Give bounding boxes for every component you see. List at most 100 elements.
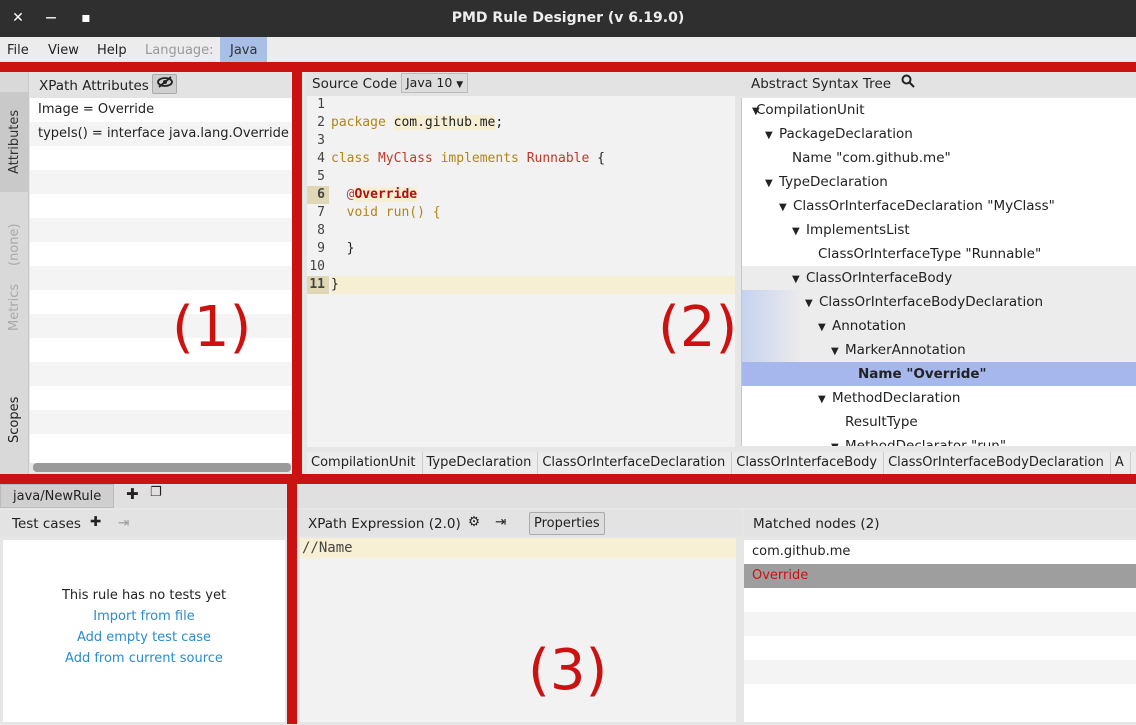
line-number: 2: [317, 115, 325, 130]
code-line: class MyClass implements Runnable {: [331, 151, 605, 166]
language-selector[interactable]: Java: [220, 37, 268, 63]
expand-icon: ▼: [818, 322, 826, 333]
tree-node[interactable]: ClassOrInterfaceType "Runnable": [742, 242, 1136, 266]
expand-icon: ▼: [765, 130, 773, 141]
tree-node[interactable]: ▼ ClassOrInterfaceDeclaration "MyClass": [742, 194, 1136, 218]
tree-node-selected[interactable]: Name "Override": [742, 362, 1136, 386]
expand-icon: ▼: [752, 106, 760, 117]
import-from-file-link[interactable]: Import from file: [3, 609, 285, 624]
breadcrumb-item[interactable]: CompilationUnit: [307, 452, 423, 474]
language-label: Language:: [145, 43, 214, 58]
menu-view[interactable]: View: [48, 43, 79, 58]
xpath-header: XPath Expression (2.0) ⚙ ⇥: [298, 510, 741, 536]
properties-button[interactable]: Properties: [529, 512, 605, 535]
annotation-line: [287, 484, 297, 724]
java-version-select[interactable]: Java 10 ▼: [401, 73, 469, 93]
line-number: 10: [309, 259, 325, 274]
tab-rule[interactable]: java/NewRule: [0, 484, 115, 508]
add-test-icon[interactable]: ✚: [90, 514, 101, 530]
xpath-expression: //Name: [300, 538, 736, 558]
source-code-header: Source Code Java 10 ▼: [307, 70, 741, 96]
annotation-label: (2): [658, 295, 738, 360]
window-title: PMD Rule Designer (v 6.19.0): [451, 10, 685, 26]
no-tests-message: This rule has no tests yet: [61, 588, 227, 603]
expand-icon: ▼: [765, 178, 773, 189]
xpath-title: XPath Expression (2.0): [308, 516, 461, 532]
test-cases-area: This rule has no tests yet Import from f…: [3, 540, 285, 722]
eye-slash-icon[interactable]: [152, 74, 177, 94]
attributes-list: Image = Override typeIs() = interface ja…: [30, 98, 292, 463]
expand-icon: ▼: [831, 346, 839, 357]
expand-icon: ▼: [818, 394, 826, 405]
ast-title: Abstract Syntax Tree: [751, 76, 892, 92]
tab-none[interactable]: (none): [0, 217, 29, 272]
tree-node[interactable]: ▼ MarkerAnnotation: [742, 338, 1136, 362]
line-number: 7: [317, 205, 325, 220]
tree-node[interactable]: ▼ PackageDeclaration: [742, 122, 1136, 146]
source-code-editor[interactable]: 1 2 3 4 5 6 7 8 9 10 11 package com.gith…: [307, 96, 735, 447]
add-icon[interactable]: ✚: [126, 485, 139, 503]
annotation-line: [0, 474, 1136, 484]
expand-icon: ▼: [805, 298, 813, 309]
xpath-attributes-header: XPath Attributes: [29, 72, 292, 98]
breadcrumb-item[interactable]: ClassOrInterfaceBodyDeclaration: [884, 452, 1111, 474]
breadcrumb-item[interactable]: ClassOrInterfaceDeclaration: [538, 452, 733, 474]
title-bar: ✕ — ▪ PMD Rule Designer (v 6.19.0): [0, 0, 1136, 37]
code-line: }: [331, 276, 735, 294]
add-empty-test-link[interactable]: Add empty test case: [3, 630, 285, 645]
code-line: @Override: [331, 187, 418, 202]
line-number: 11: [307, 276, 329, 294]
matched-node[interactable]: Override: [744, 564, 1136, 588]
matched-node[interactable]: com.github.me: [744, 540, 1136, 564]
menu-file[interactable]: File: [7, 43, 29, 58]
vertical-tab-strip: Attributes (none) Metrics Scopes: [0, 72, 29, 477]
tree-node[interactable]: ▼ Annotation: [742, 314, 1136, 338]
gear-icon[interactable]: ⚙: [468, 514, 480, 530]
tab-scopes[interactable]: Scopes: [0, 390, 29, 450]
expand-icon: ▼: [831, 436, 845, 446]
line-number: 8: [317, 223, 325, 238]
annotation-label: (3): [528, 638, 608, 703]
chevron-down-icon: ▼: [456, 80, 464, 90]
tree-node[interactable]: ResultType: [742, 410, 1136, 434]
ast-tree: ▼CompilationUnit ▼ PackageDeclaration Nam…: [741, 98, 1136, 446]
tree-node[interactable]: ▼ MethodDeclaration: [742, 386, 1136, 410]
line-number: 6: [307, 186, 329, 204]
export-icon[interactable]: ⇥: [495, 514, 506, 530]
export-icon[interactable]: ⇥: [118, 515, 129, 531]
tab-metrics[interactable]: Metrics: [0, 277, 29, 337]
expand-icon: ▼: [792, 226, 800, 237]
breadcrumb: CompilationUnit TypeDeclaration ClassOrInt…: [307, 452, 1136, 474]
ast-header: Abstract Syntax Tree: [741, 70, 1136, 96]
tree-node[interactable]: ▼ ClassOrInterfaceBody: [742, 266, 1136, 290]
test-cases-header: Test cases ✚ ⇥: [0, 510, 290, 536]
rule-tab-bar: java/NewRule ✚ ❐: [0, 484, 1136, 508]
add-from-source-link[interactable]: Add from current source: [3, 651, 285, 666]
line-numbers: 1 2 3 4 5 6 7 8 9 10 11: [307, 96, 329, 447]
tree-node[interactable]: ▼MethodDeclarator "run": [742, 434, 1136, 446]
matched-header: Matched nodes (2): [744, 510, 1136, 536]
attribute-row[interactable]: typeIs() = interface java.lang.Override: [30, 122, 292, 146]
tree-node[interactable]: ▼CompilationUnit: [742, 98, 1136, 122]
breadcrumb-item[interactable]: TypeDeclaration: [423, 452, 539, 474]
matched-title: Matched nodes (2): [753, 516, 880, 532]
line-number: 1: [317, 97, 325, 112]
xpath-attributes-title: XPath Attributes: [39, 78, 149, 94]
attribute-row[interactable]: Image = Override: [30, 98, 292, 122]
tree-node[interactable]: ▼ ImplementsList: [742, 218, 1136, 242]
xpath-editor[interactable]: //Name: [300, 538, 736, 722]
tab-attributes[interactable]: Attributes: [0, 92, 29, 192]
line-number: 9: [317, 241, 325, 256]
tree-node[interactable]: Name "com.github.me": [742, 146, 1136, 170]
search-icon[interactable]: [901, 74, 915, 92]
code-line: package com.github.me;: [331, 115, 504, 130]
tree-node[interactable]: ▼ ClassOrInterfaceBodyDeclaration: [742, 290, 1136, 314]
breadcrumb-item[interactable]: A: [1111, 452, 1131, 474]
horizontal-scrollbar[interactable]: [33, 463, 291, 472]
source-code-title: Source Code: [312, 76, 398, 92]
breadcrumb-item[interactable]: ClassOrInterfaceBody: [732, 452, 885, 474]
tree-node[interactable]: ▼ TypeDeclaration: [742, 170, 1136, 194]
menu-help[interactable]: Help: [97, 43, 127, 58]
annotation-line: [292, 72, 302, 482]
duplicate-icon[interactable]: ❐: [150, 485, 162, 500]
